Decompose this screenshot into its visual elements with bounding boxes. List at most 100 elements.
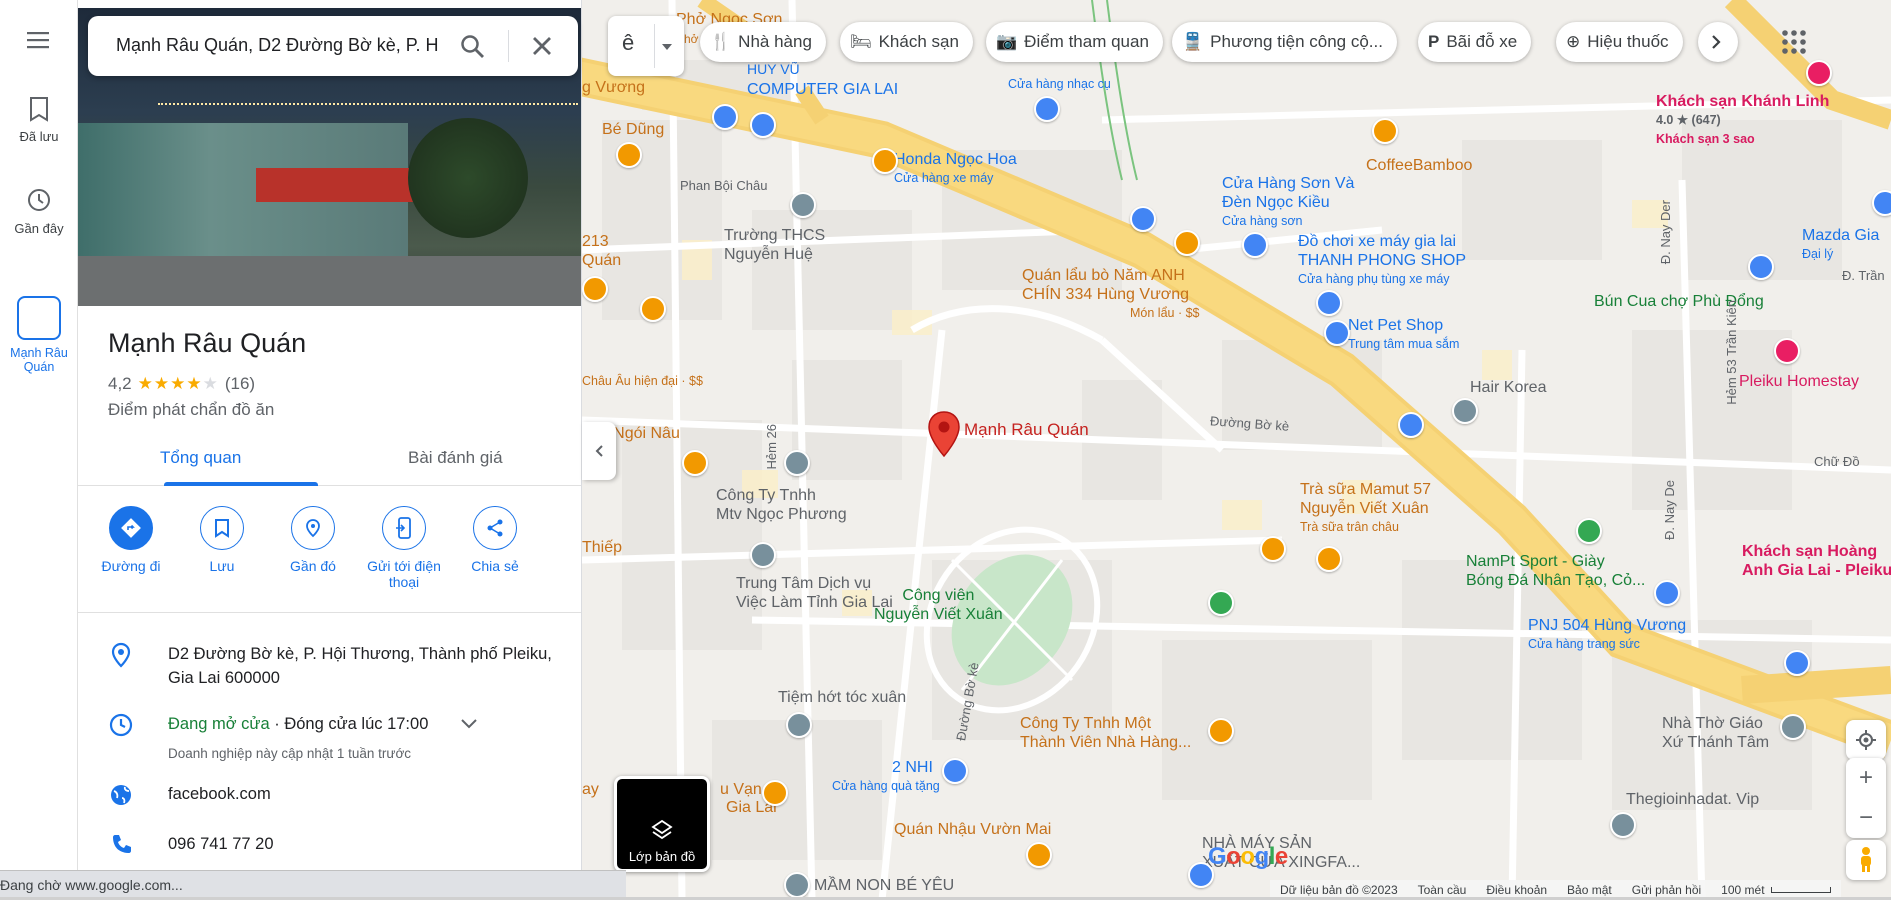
save-button[interactable]: Lưu (177, 506, 267, 574)
map-label[interactable]: Bé Dũng (602, 120, 664, 139)
restaurant-pin-icon[interactable] (1208, 718, 1234, 744)
restaurant-pin-icon[interactable] (1174, 230, 1200, 256)
chip-parking[interactable]: P Bãi đỗ xe (1418, 22, 1532, 62)
shopping-pin-icon[interactable] (942, 758, 968, 784)
directions-button[interactable]: Đường đi (86, 506, 176, 574)
footer-terms-link[interactable]: Điều khoản (1486, 883, 1547, 897)
park-pin-icon[interactable] (1576, 518, 1602, 544)
chips-next-button[interactable] (1698, 22, 1738, 62)
office-pin-icon[interactable] (750, 542, 776, 568)
map-label[interactable]: Thiếp (582, 538, 622, 557)
restaurant-pin-icon[interactable] (872, 148, 898, 174)
shopping-pin-icon[interactable] (1130, 206, 1156, 232)
hotel-pin-icon[interactable] (1806, 60, 1832, 86)
map-label[interactable]: Cửa Hàng Sơn Và Đèn Ngọc Kiều Cửa hàng s… (1222, 174, 1354, 231)
map-label[interactable]: ay (582, 780, 599, 799)
shopping-pin-icon[interactable] (1784, 650, 1810, 676)
collapse-panel-button[interactable] (582, 422, 616, 480)
shopping-pin-icon[interactable] (1654, 580, 1680, 606)
selected-place-marker-icon[interactable] (926, 410, 962, 458)
map-label[interactable]: Trường THCS Nguyễn Huệ (724, 226, 825, 264)
map-label[interactable]: Trà sữa Mamut 57 Nguyễn Viết Xuân Trà sữ… (1300, 480, 1431, 537)
cafe-pin-icon[interactable] (1316, 546, 1342, 572)
zoom-in-button[interactable]: + (1846, 758, 1886, 798)
map-label[interactable]: Châu Âu hiện đại · $$ (582, 372, 703, 391)
my-location-button[interactable] (1846, 720, 1886, 760)
footer-privacy-link[interactable]: Bảo mật (1567, 883, 1612, 897)
place-category[interactable]: Điểm phát chẩn đồ ăn (108, 400, 274, 420)
map-label[interactable]: Đồ chơi xe máy gia lai THANH PHONG SHOP … (1298, 232, 1466, 289)
input-tools-button[interactable]: ê (608, 16, 684, 76)
map-label[interactable]: Khách sạn Khánh Linh 4.0 ★ (647) Khách s… (1656, 92, 1829, 149)
map-label[interactable]: Công Ty Tnhh Mtv Ngọc Phương (716, 486, 847, 524)
map-label[interactable]: PNJ 504 Hùng Vương Cửa hàng trang sức (1528, 616, 1686, 654)
place-pin-icon[interactable] (784, 450, 810, 476)
map-label[interactable]: Nhà Thờ Giáo Xứ Thánh Tâm (1662, 714, 1769, 752)
map-label[interactable]: Công Ty Tnhh Một Thành Viên Nhà Hàng... (1020, 714, 1191, 752)
apps-grid-icon[interactable] (1780, 28, 1808, 56)
nearby-button[interactable]: Gần đó (268, 506, 358, 574)
zoom-out-button[interactable]: − (1846, 798, 1886, 838)
scale-bar[interactable]: 100 mét (1721, 883, 1831, 897)
selected-place-label[interactable]: Mạnh Râu Quán (964, 420, 1089, 439)
shopping-pin-icon[interactable] (750, 112, 776, 138)
chevron-down-icon[interactable] (460, 718, 478, 730)
restaurant-pin-icon[interactable] (1026, 842, 1052, 868)
shopping-pin-icon[interactable] (1242, 232, 1268, 258)
cafe-pin-icon[interactable] (1372, 118, 1398, 144)
map-label[interactable]: COMPUTER GIA LAI (747, 80, 898, 99)
place-pin-icon[interactable] (1452, 398, 1478, 424)
search-input[interactable] (116, 35, 438, 56)
shopping-pin-icon[interactable] (712, 104, 738, 130)
cafe-pin-icon[interactable] (640, 296, 666, 322)
tree-pin-icon[interactable] (1208, 590, 1234, 616)
cafe-pin-icon[interactable] (762, 780, 788, 806)
map-label[interactable]: u Vạn (720, 780, 762, 799)
map-label[interactable]: Net Pet Shop Trung tâm mua sắm (1348, 316, 1459, 354)
shopping-pin-icon[interactable] (1316, 290, 1342, 316)
map-label[interactable]: Hair Korea (1470, 378, 1546, 397)
map-label[interactable]: Cửa hàng nhạc cụ (1008, 75, 1111, 94)
close-icon[interactable] (528, 32, 556, 60)
shopping-pin-icon[interactable] (1748, 254, 1774, 280)
map-label[interactable]: HUY VŨ (747, 60, 800, 79)
chip-hotels[interactable]: 🛏 Khách sạn (840, 22, 973, 62)
map-label[interactable]: Tiệm hớt tóc xuân (778, 688, 906, 707)
chip-pharmacy[interactable]: ⊕ Hiệu thuốc (1556, 22, 1683, 62)
footer-global-link[interactable]: Toàn cầu (1418, 883, 1467, 897)
map-label[interactable]: Honda Ngọc Hoa Cửa hàng xe máy (894, 150, 1017, 188)
restaurant-pin-icon[interactable] (682, 450, 708, 476)
map-label[interactable]: Quán Nhậu Vườn Mai (894, 820, 1051, 839)
map-label[interactable]: 213 Quán (582, 232, 621, 270)
shopping-pin-icon[interactable] (1324, 320, 1350, 346)
shopping-pin-icon[interactable] (1398, 412, 1424, 438)
restaurant-pin-icon[interactable] (582, 276, 608, 302)
hotel-pin-icon[interactable] (1774, 338, 1800, 364)
map-label[interactable]: MẦM NON BÉ YÊU (814, 876, 954, 895)
map-label[interactable]: Mazda Gia Đại lý (1802, 226, 1879, 264)
map-label[interactable]: Công viên Nguyễn Viết Xuân (874, 586, 1003, 624)
send-to-phone-button[interactable]: Gửi tới điện thoại (359, 506, 449, 590)
map-label[interactable]: Khách sạn Hoàng Anh Gia Lai - Pleiku (1742, 542, 1891, 580)
place-pin-icon[interactable] (1610, 812, 1636, 838)
shopping-pin-icon[interactable] (1872, 190, 1891, 216)
menu-button[interactable] (0, 30, 78, 53)
tab-reviews[interactable]: Bài đánh giá (408, 448, 503, 468)
chip-attractions[interactable]: 📷 Điểm tham quan (986, 22, 1163, 62)
chip-restaurants[interactable]: 🍴 Nhà hàng (700, 22, 826, 62)
share-button[interactable]: Chia sẻ (450, 506, 540, 574)
map-canvas[interactable]: Phở Ngọc Sơn Phở HUY VŨ COMPUTER GIA LAI… (582, 0, 1891, 900)
place-pin-icon[interactable] (786, 712, 812, 738)
map-label[interactable]: CoffeeBamboo (1366, 156, 1472, 175)
review-count[interactable]: (16) (225, 374, 255, 394)
cafe-pin-icon[interactable] (1260, 536, 1286, 562)
shopping-pin-icon[interactable] (1034, 96, 1060, 122)
layers-button[interactable]: Lớp bản đồ (614, 776, 710, 872)
map-label[interactable]: Trung Tâm Dịch vụ Việc Làm Tỉnh Gia Lai (736, 574, 893, 612)
map-label[interactable]: Quán lẩu bò Năm ANH CHÍN 334 Hùng Vương … (1022, 266, 1199, 323)
street-view-pegman[interactable] (1846, 840, 1886, 880)
church-pin-icon[interactable] (1780, 714, 1806, 740)
tab-overview[interactable]: Tổng quan (160, 448, 241, 468)
school-pin-icon[interactable] (790, 192, 816, 218)
rail-current-place-button[interactable]: Mạnh Râu Quán (0, 296, 78, 374)
